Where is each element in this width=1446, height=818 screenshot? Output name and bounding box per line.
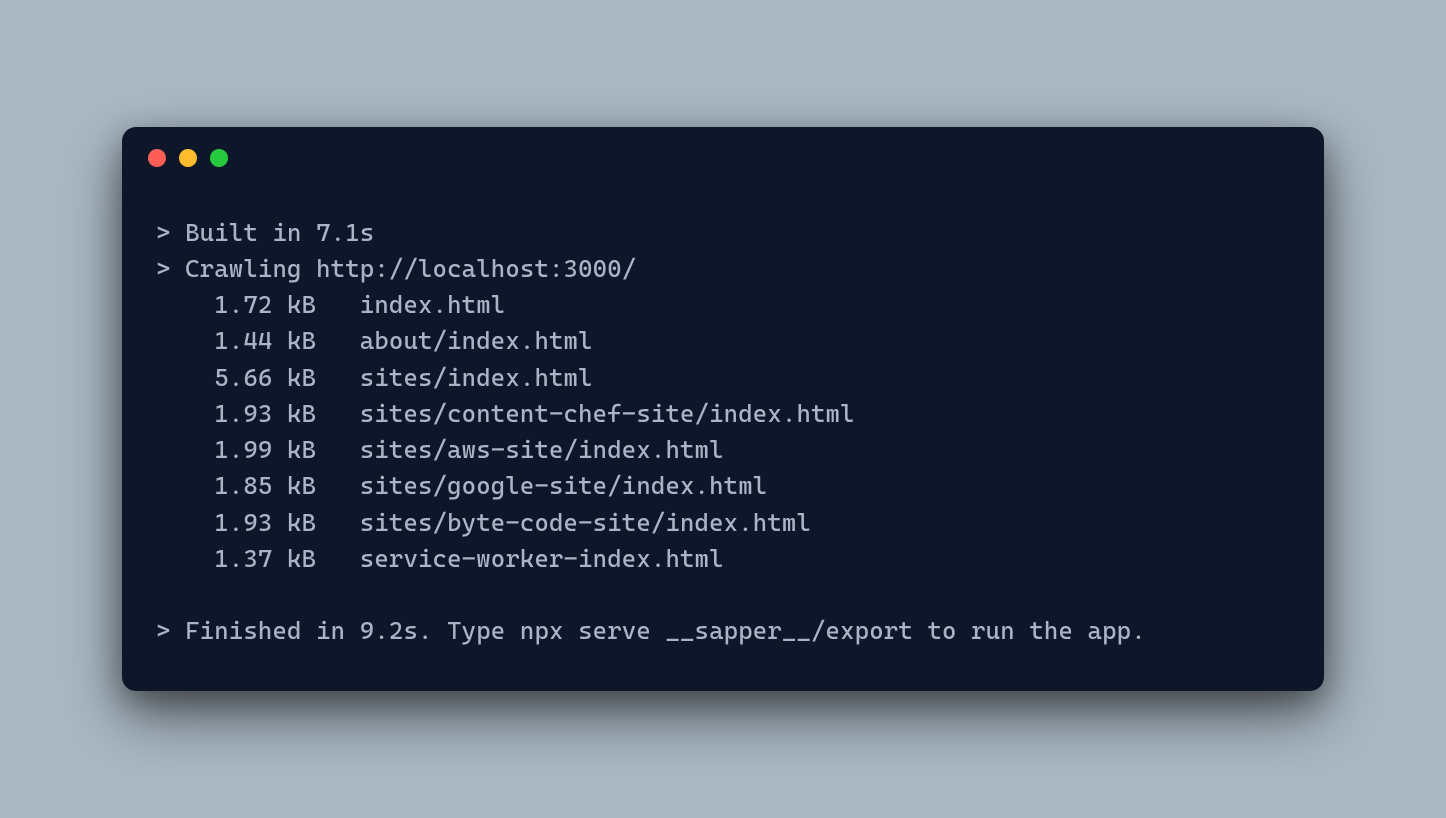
file-row: 1.93 kB sites/byte-code-site/index.html <box>156 505 1290 541</box>
file-list: 1.72 kB index.html 1.44 kB about/index.h… <box>156 287 1290 577</box>
maximize-icon[interactable] <box>210 149 228 167</box>
terminal-window: > Built in 7.1s > Crawling http://localh… <box>122 127 1324 692</box>
file-row: 1.44 kB about/index.html <box>156 323 1290 359</box>
terminal-output: > Built in 7.1s > Crawling http://localh… <box>122 167 1324 692</box>
file-row: 1.72 kB index.html <box>156 287 1290 323</box>
file-row: 1.93 kB sites/content-chef-site/index.ht… <box>156 396 1290 432</box>
file-row: 1.85 kB sites/google-site/index.html <box>156 468 1290 504</box>
minimize-icon[interactable] <box>179 149 197 167</box>
file-row: 1.37 kB service-worker-index.html <box>156 541 1290 577</box>
finished-line: > Finished in 9.2s. Type npx serve __sap… <box>156 613 1290 649</box>
crawling-line: > Crawling http://localhost:3000/ <box>156 251 1290 287</box>
file-row: 1.99 kB sites/aws-site/index.html <box>156 432 1290 468</box>
close-icon[interactable] <box>148 149 166 167</box>
titlebar <box>122 127 1324 167</box>
built-line: > Built in 7.1s <box>156 215 1290 251</box>
file-row: 5.66 kB sites/index.html <box>156 360 1290 396</box>
